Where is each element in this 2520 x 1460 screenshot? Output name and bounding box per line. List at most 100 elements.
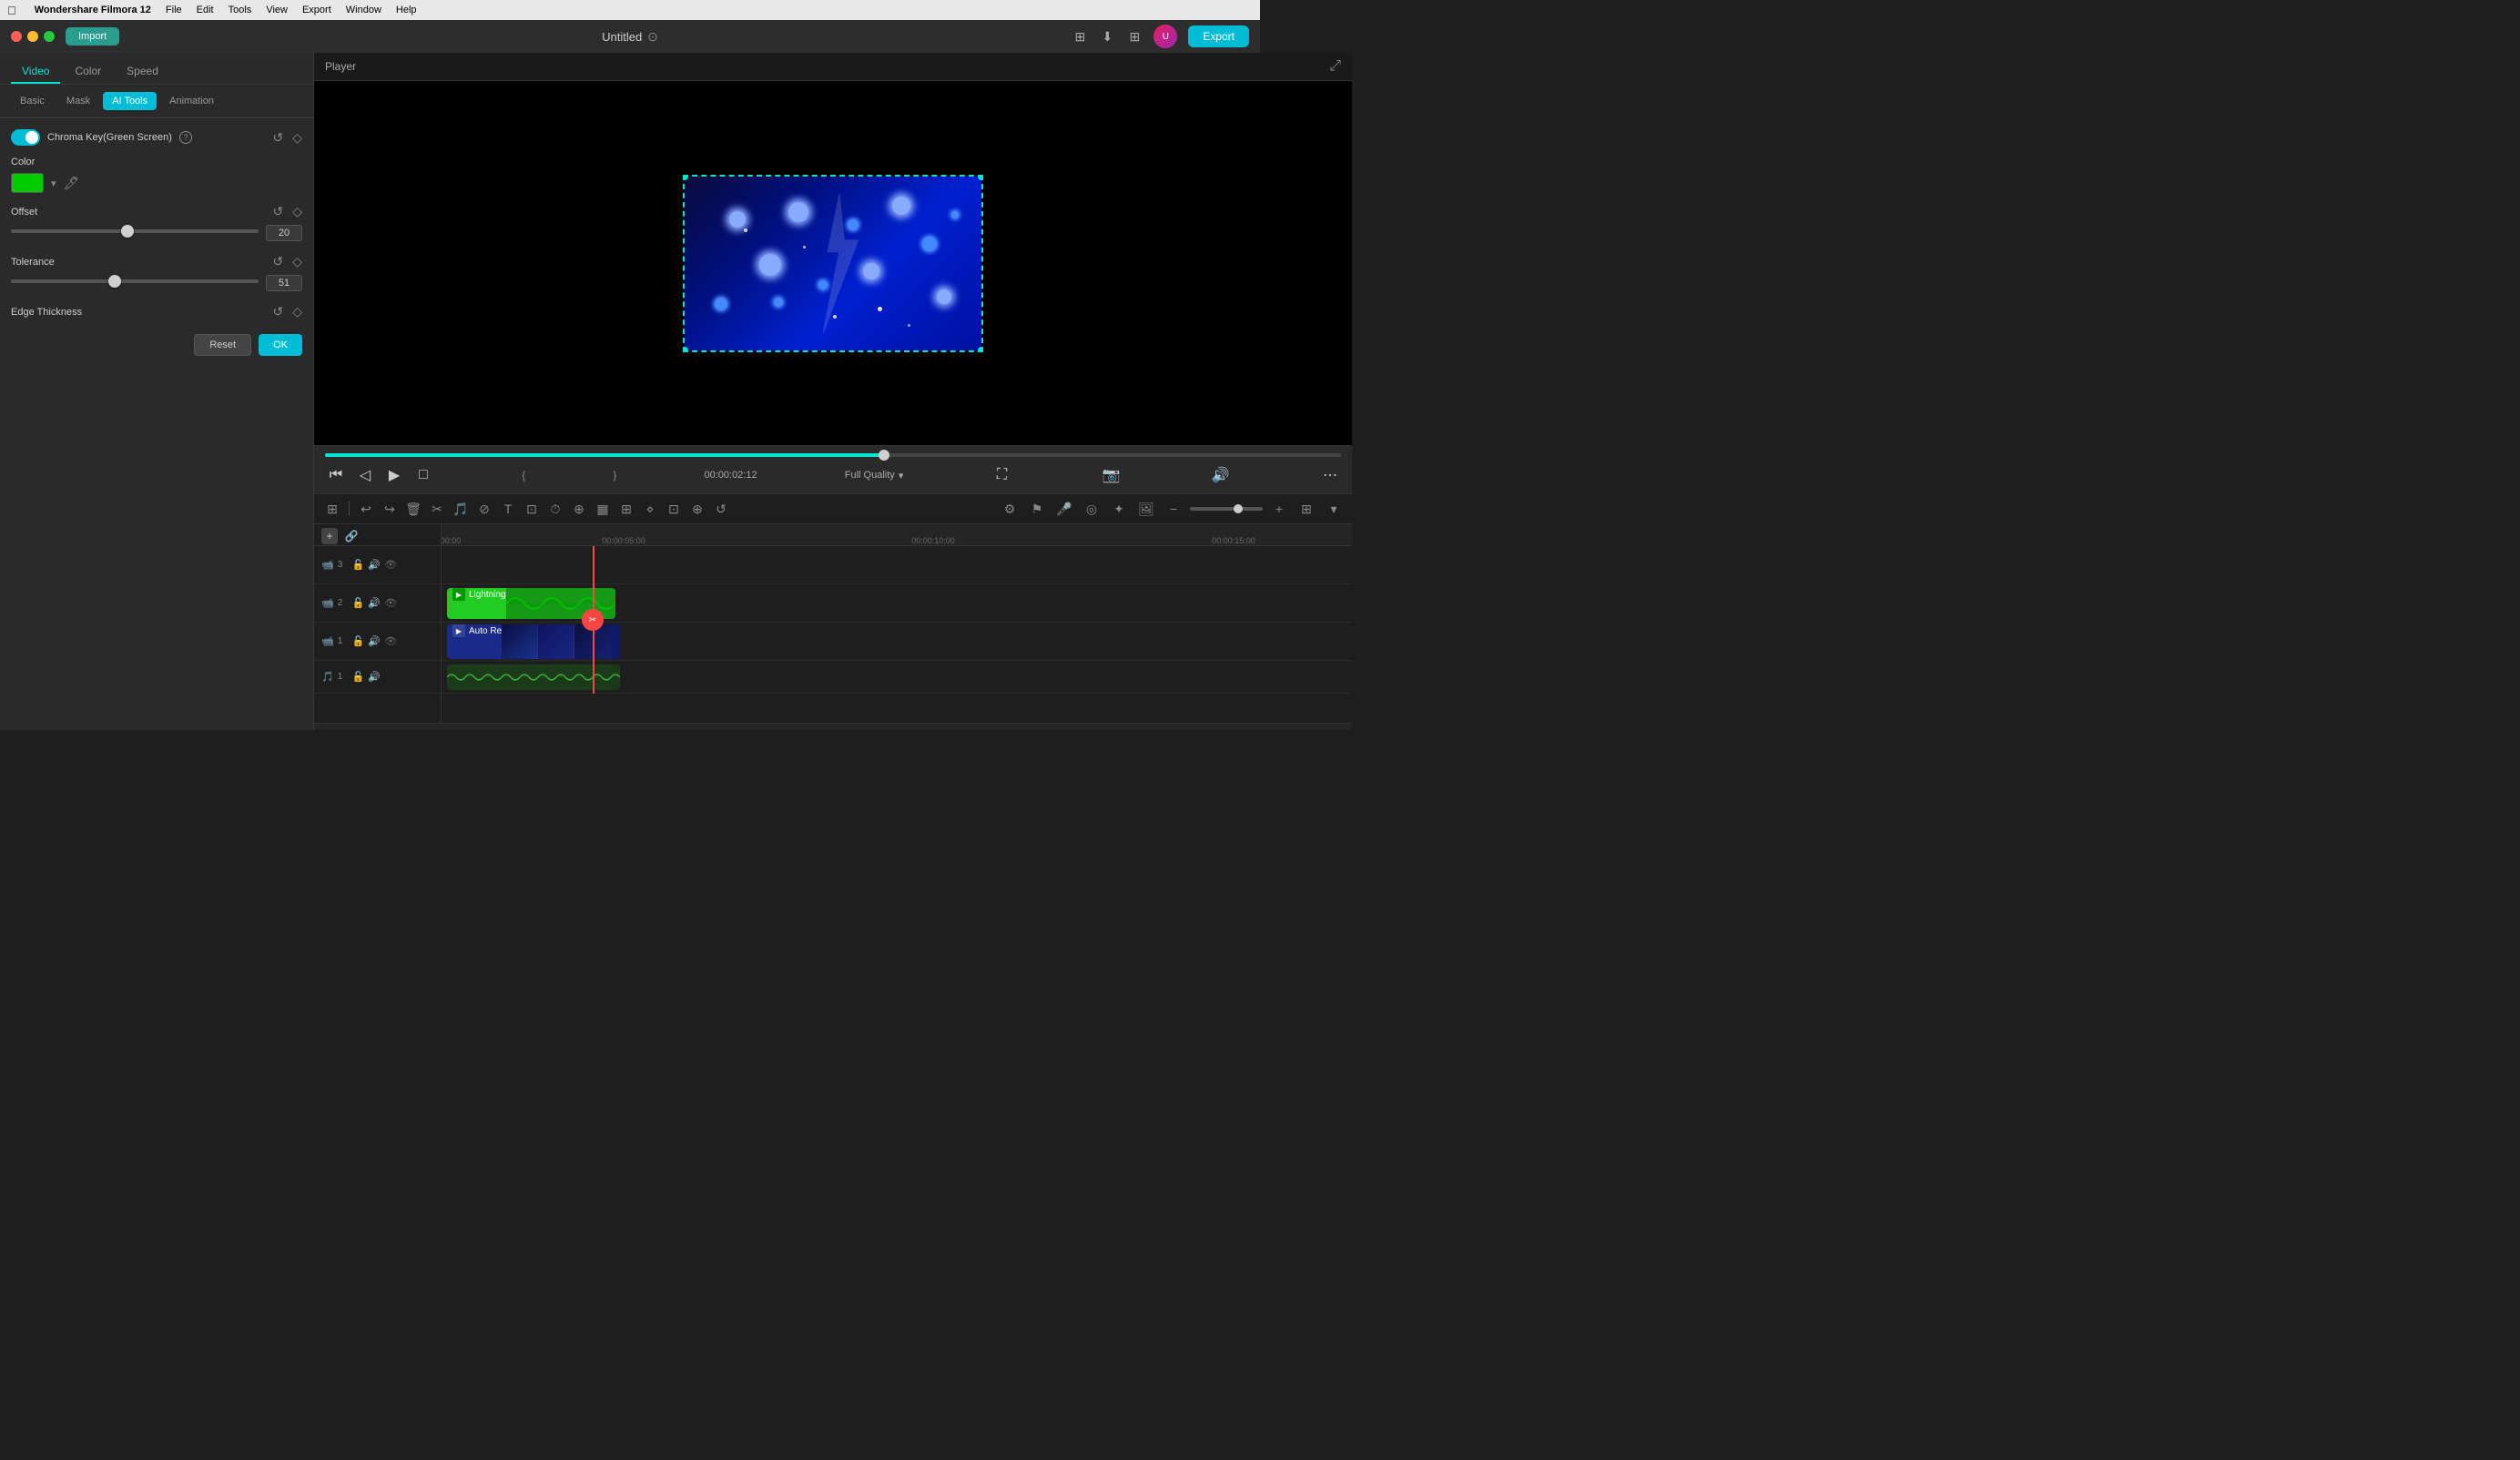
sub-tab-animation[interactable]: Animation	[160, 92, 223, 110]
mute-tool[interactable]: ⊘	[473, 498, 495, 520]
tolerance-value[interactable]: 51	[266, 275, 302, 291]
speed-tool[interactable]: ⏱	[544, 498, 566, 520]
more-options-icon[interactable]: ▾	[1323, 498, 1345, 520]
tolerance-reset-icon[interactable]: ↺	[272, 254, 283, 269]
quality-select[interactable]: Full Quality ▾	[845, 470, 904, 482]
timeline-scrollbar[interactable]	[314, 723, 1352, 730]
undo-tool[interactable]: ↩	[355, 498, 377, 520]
tolerance-keyframe-icon[interactable]: ◇	[292, 254, 302, 269]
offset-reset-icon[interactable]: ↺	[272, 204, 283, 219]
chroma-key-info-icon[interactable]: ?	[179, 131, 192, 144]
track-v2-eye-icon[interactable]: 👁	[384, 597, 397, 609]
edge-thickness-keyframe-icon[interactable]: ◇	[292, 304, 302, 319]
expand-player-icon[interactable]: ⤢	[1329, 58, 1341, 75]
mask-tool[interactable]: ⋄	[639, 498, 661, 520]
motion-tool[interactable]: ⊕	[568, 498, 590, 520]
apple-menu[interactable]: 	[7, 4, 16, 17]
menu-window[interactable]: Window	[346, 5, 381, 15]
corner-handle-tr[interactable]	[978, 175, 983, 180]
grid-icon[interactable]: ⊞	[1126, 28, 1143, 45]
transform-tool[interactable]: ⊞	[615, 498, 637, 520]
menu-edit[interactable]: Edit	[197, 5, 214, 15]
track-v2-vol-icon[interactable]: 🔊	[368, 597, 381, 609]
sub-tab-basic[interactable]: Basic	[11, 92, 54, 110]
color-chevron-icon[interactable]: ▾	[51, 177, 56, 189]
volume-button[interactable]: 🔊	[1210, 464, 1232, 486]
timeline-settings-icon[interactable]: ⚙	[999, 498, 1021, 520]
track-v3-vol-icon[interactable]: 🔊	[368, 559, 381, 571]
tab-video[interactable]: Video	[11, 60, 60, 84]
avatar[interactable]: U	[1153, 25, 1177, 48]
offset-keyframe-icon[interactable]: ◇	[292, 204, 302, 219]
track-v2-lock-icon[interactable]: 🔓	[352, 597, 365, 609]
menu-help[interactable]: Help	[396, 5, 417, 15]
color-swatch[interactable]	[11, 173, 44, 193]
pan-tool[interactable]: ⊕	[686, 498, 708, 520]
track-v1-lock-icon[interactable]: 🔓	[352, 635, 365, 647]
rotate-tool[interactable]: ↺	[710, 498, 732, 520]
zoom-slider[interactable]	[1190, 507, 1263, 511]
track-v3-eye-icon[interactable]: 👁	[384, 559, 397, 571]
reset-icon[interactable]: ↺	[272, 130, 283, 146]
zoom-thumb[interactable]	[1234, 504, 1243, 513]
cut-tool[interactable]: ✂	[426, 498, 448, 520]
zoom-in-icon[interactable]: +	[1268, 498, 1290, 520]
bracket-start[interactable]: {	[522, 469, 525, 482]
grid-layout-icon[interactable]: ⊞	[1296, 498, 1317, 520]
maximize-button[interactable]	[44, 31, 55, 42]
playhead-marker[interactable]: ✂	[582, 609, 604, 631]
ok-button[interactable]: OK	[259, 334, 302, 356]
sub-tab-ai-tools[interactable]: AI Tools	[103, 92, 157, 110]
minimize-button[interactable]	[27, 31, 38, 42]
text-tool[interactable]: T	[497, 498, 519, 520]
menu-file[interactable]: File	[166, 5, 182, 15]
stop-button[interactable]: □	[412, 464, 434, 486]
export-button[interactable]: Export	[1188, 25, 1249, 47]
track-v3-lock-icon[interactable]: 🔓	[352, 559, 365, 571]
offset-slider[interactable]	[11, 229, 259, 233]
progress-thumb[interactable]	[879, 450, 889, 461]
track-a1-lock-icon[interactable]: 🔓	[352, 671, 365, 683]
sub-tab-mask[interactable]: Mask	[57, 92, 99, 110]
redo-tool[interactable]: ↪	[379, 498, 401, 520]
layout-icon[interactable]: ⊞	[1072, 28, 1088, 45]
track-v1-vol-icon[interactable]: 🔊	[368, 635, 381, 647]
fullscreen-button[interactable]: ⛶	[991, 464, 1013, 486]
keyframe-icon[interactable]: ◇	[292, 130, 302, 146]
import-button[interactable]: Import	[66, 27, 119, 46]
frame-back-button[interactable]: ◁	[354, 464, 376, 486]
play-button[interactable]: ▶	[383, 464, 405, 486]
close-button[interactable]	[11, 31, 22, 42]
corner-handle-br[interactable]	[978, 347, 983, 352]
timeline-thumb-icon[interactable]: 🖼	[1135, 498, 1157, 520]
snapshot-button[interactable]: 📷	[1101, 464, 1123, 486]
timeline-mic-icon[interactable]: 🎤	[1053, 498, 1075, 520]
tab-speed[interactable]: Speed	[116, 60, 169, 84]
menu-export[interactable]: Export	[302, 5, 331, 15]
timeline-voiceover-icon[interactable]: ◎	[1081, 498, 1102, 520]
bracket-end[interactable]: }	[613, 469, 616, 482]
track-v1-eye-icon[interactable]: 👁	[384, 635, 397, 647]
menu-view[interactable]: View	[266, 5, 288, 15]
reset-button[interactable]: Reset	[194, 334, 251, 356]
split-tool[interactable]: ⊞	[321, 498, 343, 520]
audio-detach-tool[interactable]: 🎵	[450, 498, 472, 520]
menu-tools[interactable]: Tools	[229, 5, 252, 15]
playhead[interactable]: ✂	[593, 546, 594, 694]
timeline-effects-icon[interactable]: ✦	[1108, 498, 1130, 520]
download-icon[interactable]: ⬇	[1099, 28, 1115, 45]
tab-color[interactable]: Color	[64, 60, 112, 84]
color-tool[interactable]: ⊡	[663, 498, 685, 520]
eyedropper-icon[interactable]: 🖊	[64, 176, 80, 191]
track-a1-vol-icon[interactable]: 🔊	[368, 671, 381, 683]
chroma-key-toggle[interactable]	[11, 129, 40, 146]
add-track-button[interactable]: +	[321, 528, 338, 544]
zoom-out-icon[interactable]: −	[1163, 498, 1184, 520]
settings-button[interactable]: ⋯	[1319, 464, 1341, 486]
step-back-button[interactable]: ⏮	[325, 464, 347, 486]
crop-tool[interactable]: ⊡	[521, 498, 543, 520]
stabilize-tool[interactable]: ▦	[592, 498, 614, 520]
delete-tool[interactable]: 🗑	[402, 498, 424, 520]
timeline-flag-icon[interactable]: ⚑	[1026, 498, 1048, 520]
edge-thickness-reset-icon[interactable]: ↺	[272, 304, 283, 319]
